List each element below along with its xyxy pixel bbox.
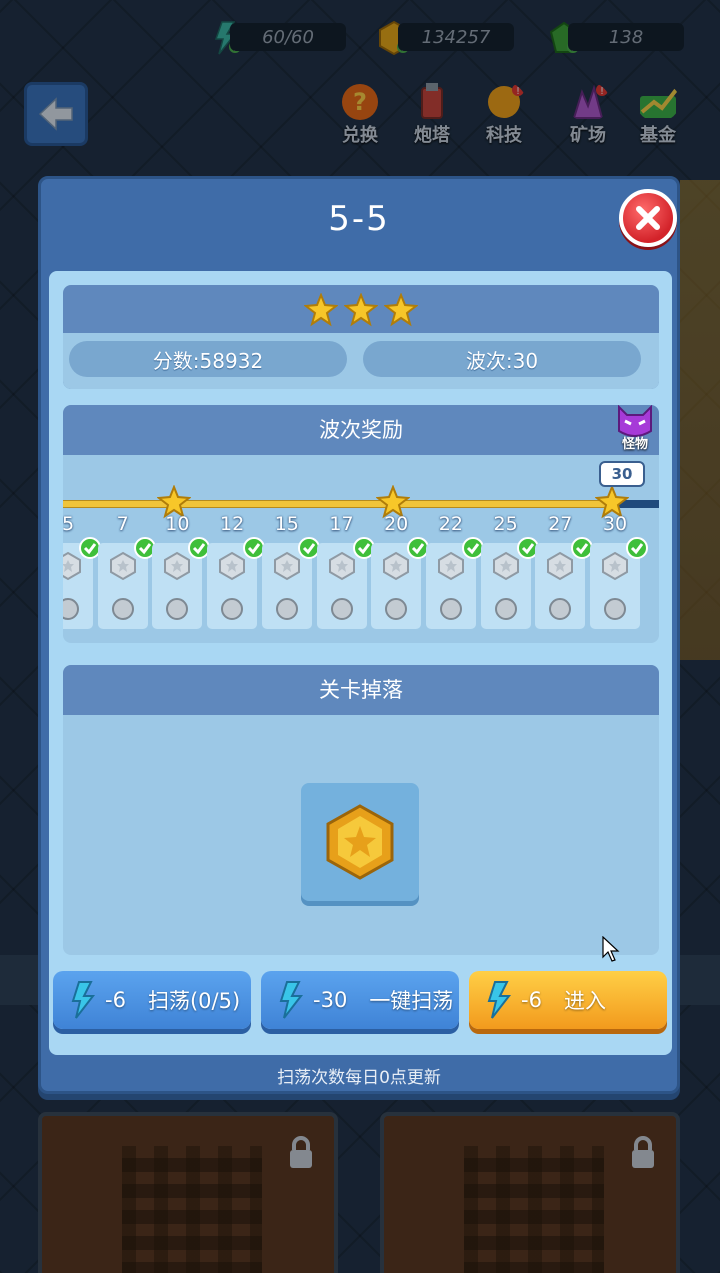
sweep-label: 扫荡(0/5) <box>147 989 241 1013</box>
wave-value: 波次:30 <box>363 341 641 377</box>
wave-reward-column[interactable]: 15 <box>261 513 320 638</box>
sweep-button[interactable]: -6 扫荡(0/5) <box>53 971 251 1029</box>
wave-reward-column[interactable]: 27 <box>535 513 594 638</box>
wave-reward-column[interactable]: 22 <box>425 513 484 638</box>
level-drops-title: 关卡掉落 <box>63 665 659 715</box>
modal-title: 5-5 <box>328 199 390 239</box>
enter-button[interactable]: -6 进入 <box>469 971 667 1029</box>
close-icon <box>636 206 660 230</box>
monster-label: 怪物 <box>621 437 648 452</box>
wave-reward-column[interactable]: 12 <box>207 513 266 638</box>
energy-bolt-icon <box>71 981 96 1019</box>
silver-ore-icon <box>549 598 572 620</box>
score-value: 分数:58932 <box>69 341 347 377</box>
sweep-cost: -6 <box>105 988 126 1012</box>
sweep-all-button[interactable]: -30 一键扫荡 <box>261 971 459 1029</box>
wave-number: 5 <box>63 513 75 535</box>
wave-number: 12 <box>220 513 245 535</box>
score-info-row: 分数:58932 波次:30 <box>63 333 659 389</box>
mouse-cursor-icon <box>602 936 620 962</box>
silver-ore-icon <box>439 598 462 620</box>
wave-number: 25 <box>493 513 518 535</box>
wave-reward-column[interactable]: 5 <box>63 513 101 638</box>
current-wave-flag: 30 <box>599 461 645 487</box>
star-icon <box>304 293 338 327</box>
star-icon <box>384 293 418 327</box>
silver-ore-icon <box>330 598 353 620</box>
enter-cost: -6 <box>521 988 542 1012</box>
wave-number: 10 <box>165 513 190 535</box>
modal-body: 分数:58932 波次:30 波次奖励 怪物 30 5 7 10 12 15 17 20 22… <box>49 271 672 1055</box>
close-button[interactable] <box>619 189 677 247</box>
sweep-all-cost: -30 <box>313 988 348 1012</box>
wave-reward-panel: 波次奖励 怪物 30 5 7 10 12 15 17 20 22 25 27 30 <box>63 405 659 643</box>
score-panel: 分数:58932 波次:30 <box>63 285 659 389</box>
silver-ore-icon <box>111 598 134 620</box>
sweep-reset-note: 扫荡次数每日0点更新 <box>277 1068 441 1088</box>
wave-number: 7 <box>116 513 129 535</box>
silver-ore-icon <box>494 598 517 620</box>
sweep-all-label: 一键扫荡 <box>369 989 454 1013</box>
wave-reward-column[interactable]: 20 <box>371 513 430 638</box>
energy-bolt-icon <box>487 981 512 1019</box>
drop-item-slot[interactable] <box>301 783 419 901</box>
star-rating <box>63 285 659 335</box>
level-drops-panel: 关卡掉落 <box>63 665 659 955</box>
wave-number: 17 <box>329 513 354 535</box>
silver-ore-icon <box>63 598 79 620</box>
gold-coin-icon <box>326 804 394 880</box>
wave-number: 27 <box>548 513 573 535</box>
silver-ore-icon <box>385 598 408 620</box>
silver-ore-icon <box>604 598 626 620</box>
wave-number: 30 <box>602 513 628 535</box>
wave-number: 20 <box>384 513 409 535</box>
silver-ore-icon <box>166 598 189 620</box>
wave-reward-list: 5 7 10 12 15 17 20 22 25 27 30 <box>63 513 659 638</box>
wave-progress-track <box>63 500 659 508</box>
wave-reward-column[interactable]: 7 <box>97 513 156 638</box>
enter-label: 进入 <box>563 989 606 1013</box>
wave-reward-title: 波次奖励 <box>63 405 659 455</box>
wave-number: 15 <box>274 513 299 535</box>
energy-bolt-icon <box>279 981 304 1019</box>
wave-reward-column[interactable]: 17 <box>316 513 375 638</box>
claimed-check-icon <box>626 537 648 559</box>
monster-badge[interactable]: 怪物 <box>613 405 657 453</box>
wave-number: 22 <box>438 513 463 535</box>
wave-reward-column[interactable]: 30 <box>590 513 648 638</box>
level-detail-modal: 5-5 分数:58932 波次:30 波次奖励 怪物 30 5 7 10 12 … <box>38 176 680 1094</box>
silver-ore-icon <box>275 598 298 620</box>
wave-reward-column[interactable]: 10 <box>152 513 211 638</box>
silver-ore-icon <box>221 598 244 620</box>
wave-reward-column[interactable]: 25 <box>480 513 539 638</box>
star-icon <box>344 293 378 327</box>
